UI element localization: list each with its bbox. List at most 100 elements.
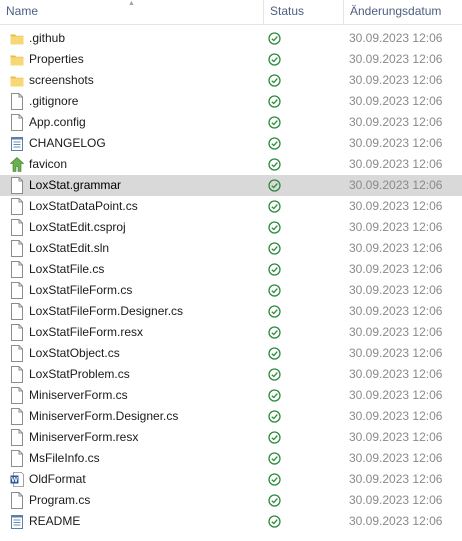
file-row[interactable]: LoxStatEdit.sln 30.09.2023 12:06 bbox=[0, 238, 462, 259]
synced-icon bbox=[268, 389, 281, 402]
file-icon bbox=[10, 114, 24, 131]
modified-date: 30.09.2023 12:06 bbox=[349, 220, 443, 234]
file-row[interactable]: .gitignore 30.09.2023 12:06 bbox=[0, 91, 462, 112]
modified-date: 30.09.2023 12:06 bbox=[349, 199, 443, 213]
file-row[interactable]: LoxStatFileForm.cs 30.09.2023 12:06 bbox=[0, 280, 462, 301]
modified-date: 30.09.2023 12:06 bbox=[349, 472, 443, 486]
modified-date: 30.09.2023 12:06 bbox=[349, 31, 443, 45]
file-name: LoxStatDataPoint.cs bbox=[29, 199, 138, 213]
synced-icon bbox=[268, 326, 281, 339]
synced-icon bbox=[268, 158, 281, 171]
text-document-icon bbox=[10, 513, 24, 530]
column-header-bar: Name ▲ Status Änderungsdatum bbox=[0, 0, 462, 25]
file-row[interactable]: screenshots 30.09.2023 12:06 bbox=[0, 70, 462, 91]
file-row[interactable]: LoxStatObject.cs 30.09.2023 12:06 bbox=[0, 343, 462, 364]
modified-date: 30.09.2023 12:06 bbox=[349, 283, 443, 297]
synced-icon bbox=[268, 431, 281, 444]
sort-ascending-icon: ▲ bbox=[128, 0, 135, 7]
file-name: OldFormat bbox=[29, 472, 86, 486]
modified-date: 30.09.2023 12:06 bbox=[349, 346, 443, 360]
file-row[interactable]: Program.cs 30.09.2023 12:06 bbox=[0, 490, 462, 511]
modified-date: 30.09.2023 12:06 bbox=[349, 52, 443, 66]
file-row[interactable]: W OldFormat 30.09.2023 12:06 bbox=[0, 469, 462, 490]
synced-icon bbox=[268, 95, 281, 108]
synced-icon bbox=[268, 53, 281, 66]
file-row[interactable]: LoxStatFile.cs 30.09.2023 12:06 bbox=[0, 259, 462, 280]
synced-icon bbox=[268, 284, 281, 297]
synced-icon bbox=[268, 242, 281, 255]
file-icon bbox=[10, 198, 24, 215]
file-icon bbox=[10, 345, 24, 362]
synced-icon bbox=[268, 452, 281, 465]
file-icon bbox=[10, 366, 24, 383]
modified-date: 30.09.2023 12:06 bbox=[349, 157, 443, 171]
file-icon bbox=[10, 282, 24, 299]
modified-date: 30.09.2023 12:06 bbox=[349, 136, 443, 150]
file-row[interactable]: LoxStatFileForm.resx 30.09.2023 12:06 bbox=[0, 322, 462, 343]
file-icon bbox=[10, 387, 24, 404]
file-row[interactable]: MsFileInfo.cs 30.09.2023 12:06 bbox=[0, 448, 462, 469]
file-row[interactable]: MiniserverForm.Designer.cs 30.09.2023 12:… bbox=[0, 406, 462, 427]
file-name: LoxStatFile.cs bbox=[29, 262, 105, 276]
file-name: README bbox=[29, 514, 81, 528]
file-name: Program.cs bbox=[29, 493, 91, 507]
column-header-status[interactable]: Status bbox=[263, 0, 343, 24]
file-row[interactable]: README 30.09.2023 12:06 bbox=[0, 511, 462, 532]
synced-icon bbox=[268, 74, 281, 87]
file-row[interactable]: LoxStatEdit.csproj 30.09.2023 12:06 bbox=[0, 217, 462, 238]
folder-icon bbox=[10, 72, 24, 89]
file-name: LoxStatEdit.sln bbox=[29, 241, 110, 255]
synced-icon bbox=[268, 221, 281, 234]
file-row[interactable]: .github 30.09.2023 12:06 bbox=[0, 28, 462, 49]
file-row[interactable]: App.config 30.09.2023 12:06 bbox=[0, 112, 462, 133]
file-name: LoxStatEdit.csproj bbox=[29, 220, 126, 234]
file-name: LoxStatProblem.cs bbox=[29, 367, 130, 381]
file-row[interactable]: LoxStatFileForm.Designer.cs 30.09.2023 12… bbox=[0, 301, 462, 322]
file-icon bbox=[10, 429, 24, 446]
file-row[interactable]: LoxStatDataPoint.cs 30.09.2023 12:06 bbox=[0, 196, 462, 217]
file-icon bbox=[10, 219, 24, 236]
file-name: Properties bbox=[29, 52, 84, 66]
file-row[interactable]: favicon 30.09.2023 12:06 bbox=[0, 154, 462, 175]
svg-text:W: W bbox=[11, 477, 18, 484]
favicon-icon bbox=[9, 156, 25, 173]
synced-icon bbox=[268, 473, 281, 486]
file-list: .github 30.09.2023 12:06 Properties 30.09.2… bbox=[0, 28, 462, 532]
modified-date: 30.09.2023 12:06 bbox=[349, 262, 443, 276]
modified-date: 30.09.2023 12:06 bbox=[349, 430, 443, 444]
file-row[interactable]: Properties 30.09.2023 12:06 bbox=[0, 49, 462, 70]
file-name: .gitignore bbox=[29, 94, 79, 108]
modified-date: 30.09.2023 12:06 bbox=[349, 94, 443, 108]
file-name: favicon bbox=[29, 157, 68, 171]
file-name: MiniserverForm.Designer.cs bbox=[29, 409, 179, 423]
synced-icon bbox=[268, 410, 281, 423]
synced-icon bbox=[268, 347, 281, 360]
file-icon bbox=[10, 492, 24, 509]
column-header-date-label: Änderungsdatum bbox=[350, 4, 442, 18]
synced-icon bbox=[268, 116, 281, 129]
file-icon bbox=[10, 261, 24, 278]
synced-icon bbox=[268, 515, 281, 528]
modified-date: 30.09.2023 12:06 bbox=[349, 73, 443, 87]
file-name: MiniserverForm.cs bbox=[29, 388, 128, 402]
file-row[interactable]: MiniserverForm.cs 30.09.2023 12:06 bbox=[0, 385, 462, 406]
file-name: LoxStatFileForm.cs bbox=[29, 283, 133, 297]
modified-date: 30.09.2023 12:06 bbox=[349, 304, 443, 318]
column-header-date[interactable]: Änderungsdatum bbox=[343, 0, 462, 24]
word-document-icon: W bbox=[10, 471, 24, 488]
file-name: LoxStat.grammar bbox=[29, 178, 122, 192]
file-row[interactable]: CHANGELOG 30.09.2023 12:06 bbox=[0, 133, 462, 154]
file-name: LoxStatFileForm.Designer.cs bbox=[29, 304, 184, 318]
file-row[interactable]: LoxStat.grammar 30.09.2023 12:06 bbox=[0, 175, 462, 196]
modified-date: 30.09.2023 12:06 bbox=[349, 241, 443, 255]
file-row[interactable]: LoxStatProblem.cs 30.09.2023 12:06 bbox=[0, 364, 462, 385]
file-icon bbox=[10, 408, 24, 425]
text-document-icon bbox=[10, 135, 24, 152]
modified-date: 30.09.2023 12:06 bbox=[349, 367, 443, 381]
file-row[interactable]: MiniserverForm.resx 30.09.2023 12:06 bbox=[0, 427, 462, 448]
modified-date: 30.09.2023 12:06 bbox=[349, 451, 443, 465]
file-icon bbox=[10, 177, 24, 194]
folder-icon bbox=[10, 51, 24, 68]
modified-date: 30.09.2023 12:06 bbox=[349, 325, 443, 339]
modified-date: 30.09.2023 12:06 bbox=[349, 178, 443, 192]
